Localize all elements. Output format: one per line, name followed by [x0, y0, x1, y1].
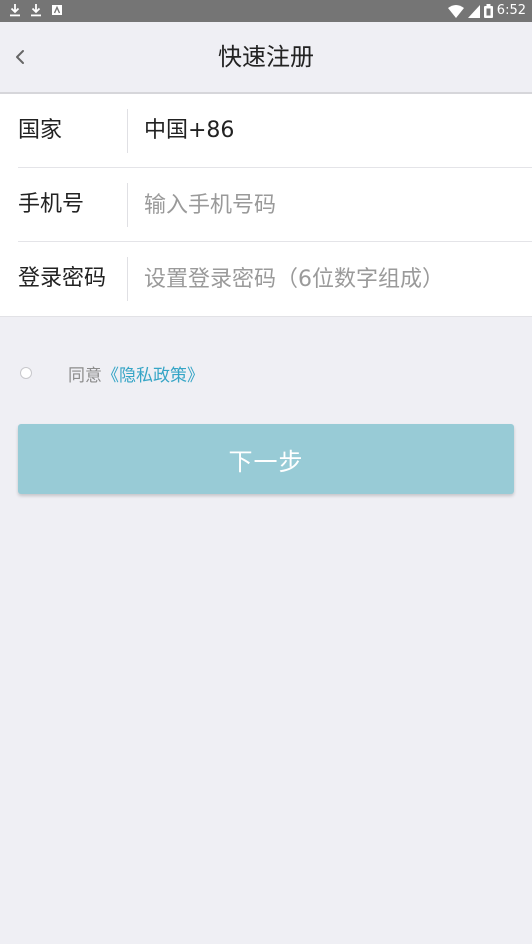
- status-time: 6:52: [496, 3, 526, 18]
- phone-input[interactable]: [142, 183, 514, 227]
- country-row[interactable]: 国家 中国+86: [0, 94, 532, 168]
- download-icon: [31, 4, 41, 17]
- status-right: 6:52: [447, 2, 526, 20]
- registration-form: 国家 中国+86 手机号 登录密码: [0, 94, 532, 317]
- password-row: 登录密码: [0, 242, 532, 316]
- field-divider: [127, 257, 128, 301]
- password-input[interactable]: [142, 257, 514, 301]
- phone-label: 手机号: [18, 192, 85, 217]
- country-value[interactable]: 中国+86: [144, 116, 234, 146]
- password-label: 登录密码: [18, 266, 107, 291]
- battery-icon: [483, 4, 493, 18]
- agreement-row: 同意 《隐私政策》: [20, 360, 204, 386]
- agree-radio[interactable]: [20, 367, 32, 379]
- page-title: 快速注册: [218, 43, 314, 71]
- download-icon: [10, 4, 20, 17]
- status-bar: 6:52: [0, 0, 532, 22]
- agree-prefix: 同意: [68, 365, 102, 386]
- signal-icon: [467, 4, 480, 18]
- wifi-icon: [447, 4, 464, 18]
- field-divider: [127, 183, 128, 227]
- field-divider: [127, 109, 128, 153]
- phone-row: 手机号: [0, 168, 532, 242]
- country-label: 国家: [18, 118, 63, 143]
- privacy-policy-link[interactable]: 《隐私政策》: [102, 361, 204, 386]
- nav-bar: 快速注册: [0, 22, 532, 94]
- notification-icon: [52, 5, 62, 15]
- status-left-icons: [9, 3, 63, 17]
- next-button[interactable]: 下一步: [18, 424, 514, 494]
